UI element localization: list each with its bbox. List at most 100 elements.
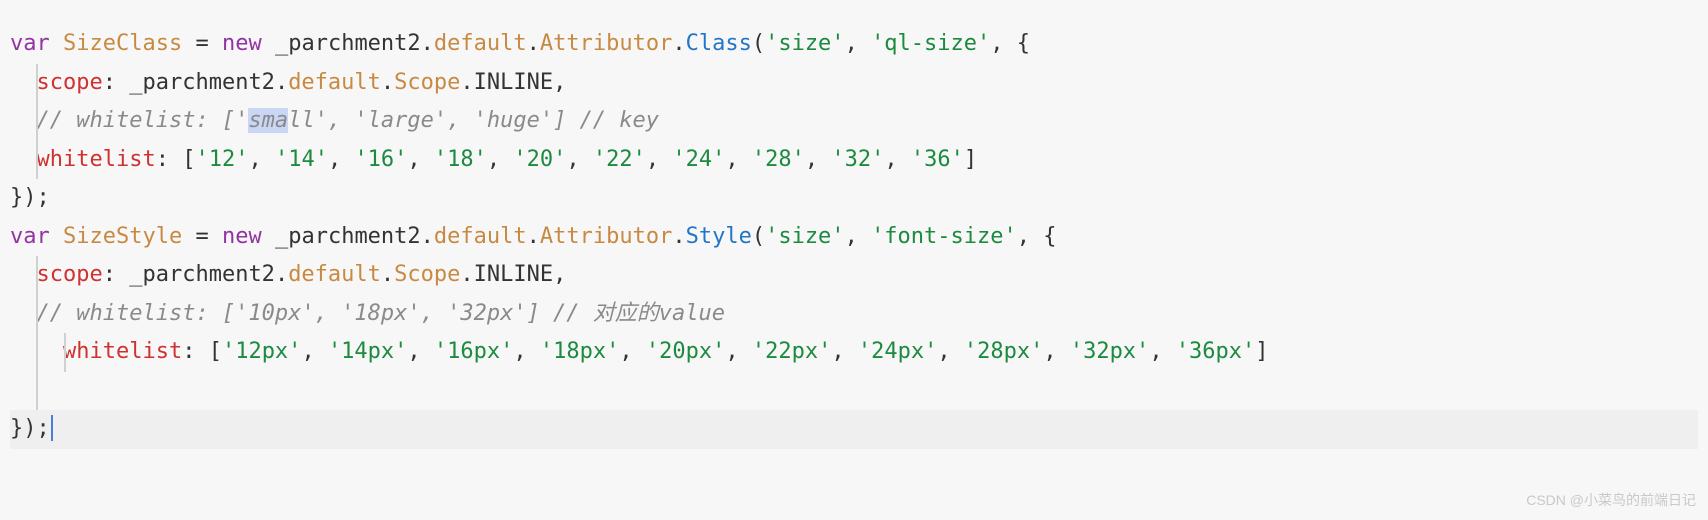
property-name: scope xyxy=(37,70,103,95)
indent xyxy=(10,147,37,172)
comment-text: ll', 'large', 'huge'] // key xyxy=(288,108,659,133)
string-literal: '28px' xyxy=(964,339,1043,364)
code-line: // whitelist: ['10px', '18px', '32px'] /… xyxy=(10,295,1698,334)
punctuation: . xyxy=(460,70,473,95)
keyword-new: new xyxy=(222,31,262,56)
punctuation: . xyxy=(421,31,434,56)
punctuation: , xyxy=(566,147,593,172)
string-literal: '18' xyxy=(434,147,487,172)
property-name: whitelist xyxy=(63,339,182,364)
punctuation: , xyxy=(831,339,858,364)
identifier: _parchment2 xyxy=(129,70,275,95)
code-line: var SizeClass = new _parchment2.default.… xyxy=(10,25,1698,64)
punctuation: . xyxy=(672,31,685,56)
code-line: var SizeStyle = new _parchment2.default.… xyxy=(10,218,1698,257)
string-literal: '16px' xyxy=(434,339,513,364)
string-literal: 'font-size' xyxy=(871,224,1017,249)
punctuation: . xyxy=(381,262,394,287)
code-line: whitelist: ['12px', '14px', '16px', '18p… xyxy=(10,333,1698,372)
property: default xyxy=(434,224,527,249)
code-editor[interactable]: var SizeClass = new _parchment2.default.… xyxy=(10,25,1698,449)
punctuation: , xyxy=(646,147,673,172)
keyword-var: var xyxy=(10,224,50,249)
identifier: _parchment2 xyxy=(275,31,421,56)
indent-guide xyxy=(36,141,38,180)
punctuation: , { xyxy=(990,31,1030,56)
punctuation: , xyxy=(553,262,566,287)
string-literal: '18px' xyxy=(540,339,619,364)
indent xyxy=(10,262,37,287)
punctuation: , xyxy=(487,147,514,172)
punctuation: . xyxy=(672,224,685,249)
indent-guide xyxy=(64,333,66,372)
code-line: scope: _parchment2.default.Scope.INLINE, xyxy=(10,64,1698,103)
punctuation: , xyxy=(845,224,872,249)
punctuation: , xyxy=(553,70,566,95)
code-line: // whitelist: ['small', 'large', 'huge']… xyxy=(10,102,1698,141)
property: Attributor xyxy=(540,224,672,249)
punctuation: ] xyxy=(1255,339,1268,364)
punctuation: , xyxy=(1043,339,1070,364)
punctuation: = xyxy=(182,31,222,56)
property: Attributor xyxy=(540,31,672,56)
punctuation: , xyxy=(407,147,434,172)
punctuation: , xyxy=(301,339,328,364)
property: default xyxy=(434,31,527,56)
indent-guide xyxy=(36,372,38,411)
space xyxy=(262,31,275,56)
string-literal: '24px' xyxy=(858,339,937,364)
punctuation: : xyxy=(103,262,130,287)
punctuation: : [ xyxy=(182,339,222,364)
indent-guide xyxy=(36,295,38,334)
comment: // whitelist: ['10px', '18px', '32px'] /… xyxy=(37,301,726,326)
punctuation: . xyxy=(527,31,540,56)
string-literal: '32px' xyxy=(1070,339,1149,364)
punctuation: , xyxy=(937,339,964,364)
string-literal: '36' xyxy=(911,147,964,172)
punctuation: , xyxy=(884,147,911,172)
string-literal: '28' xyxy=(752,147,805,172)
string-literal: '14px' xyxy=(328,339,407,364)
punctuation: }); xyxy=(10,416,50,441)
blank-line xyxy=(10,378,23,403)
string-literal: '22px' xyxy=(752,339,831,364)
variable-name: SizeStyle xyxy=(63,224,182,249)
watermark: CSDN @小菜鸟的前端日记 xyxy=(1526,488,1696,513)
property: default xyxy=(288,262,381,287)
punctuation: = xyxy=(182,224,222,249)
comment: // whitelist: ['small', 'large', 'huge']… xyxy=(37,108,660,133)
punctuation: : [ xyxy=(156,147,196,172)
space xyxy=(262,224,275,249)
space xyxy=(50,31,63,56)
identifier: _parchment2 xyxy=(129,262,275,287)
string-literal: '22' xyxy=(593,147,646,172)
property: Scope xyxy=(394,70,460,95)
indent-guide xyxy=(36,256,38,295)
string-literal: '24' xyxy=(672,147,725,172)
variable-name: SizeClass xyxy=(63,31,182,56)
punctuation: . xyxy=(275,262,288,287)
punctuation: : xyxy=(103,70,130,95)
string-literal: '12px' xyxy=(222,339,301,364)
indent xyxy=(10,301,37,326)
punctuation: , xyxy=(1149,339,1176,364)
punctuation: , xyxy=(845,31,872,56)
punctuation: . xyxy=(527,224,540,249)
indent-guide xyxy=(36,64,38,103)
punctuation: ] xyxy=(964,147,977,172)
property: Scope xyxy=(394,262,460,287)
identifier: _parchment2 xyxy=(275,224,421,249)
punctuation: , xyxy=(725,339,752,364)
string-literal: '20' xyxy=(513,147,566,172)
property-name: whitelist xyxy=(37,147,156,172)
punctuation: ( xyxy=(752,224,765,249)
string-literal: 'size' xyxy=(765,31,844,56)
property: default xyxy=(288,70,381,95)
punctuation: , xyxy=(407,339,434,364)
punctuation: . xyxy=(275,70,288,95)
indent xyxy=(10,108,37,133)
string-literal: '16' xyxy=(354,147,407,172)
comment-text: // whitelist: [' xyxy=(37,108,249,133)
code-line xyxy=(10,372,1698,411)
punctuation: }); xyxy=(10,185,50,210)
